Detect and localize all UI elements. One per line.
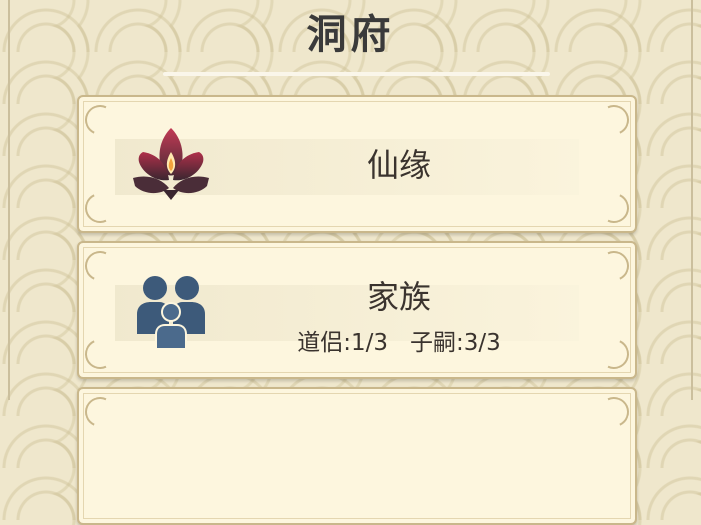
family-card[interactable]: 家族 道侣:1/3 子嗣:3/3: [77, 241, 637, 379]
page-title: 洞府: [306, 11, 395, 58]
family-stats: 道侣:1/3 子嗣:3/3: [219, 323, 579, 357]
corner-ornament: [594, 246, 634, 286]
card-title: 家族: [366, 278, 431, 316]
corner-ornament: [594, 392, 634, 432]
children-count: 子嗣:3/3: [410, 330, 501, 356]
spouse-count: 道侣:1/3: [297, 330, 388, 356]
lotus-icon: [133, 128, 209, 200]
corner-ornament: [80, 100, 120, 140]
family-icon: [137, 276, 205, 348]
xianyuan-card[interactable]: 仙缘: [77, 95, 637, 233]
corner-ornament: [594, 334, 634, 374]
third-card[interactable]: [77, 387, 637, 525]
frame-left-border: [8, 0, 10, 400]
card-title: 仙缘: [366, 146, 431, 184]
corner-ornament: [80, 334, 120, 374]
corner-ornament: [80, 246, 120, 286]
frame-right-border: [691, 0, 693, 400]
corner-ornament: [80, 392, 120, 432]
corner-ornament: [594, 100, 634, 140]
title-underline: [163, 72, 550, 76]
corner-ornament: [80, 188, 120, 228]
corner-ornament: [594, 188, 634, 228]
